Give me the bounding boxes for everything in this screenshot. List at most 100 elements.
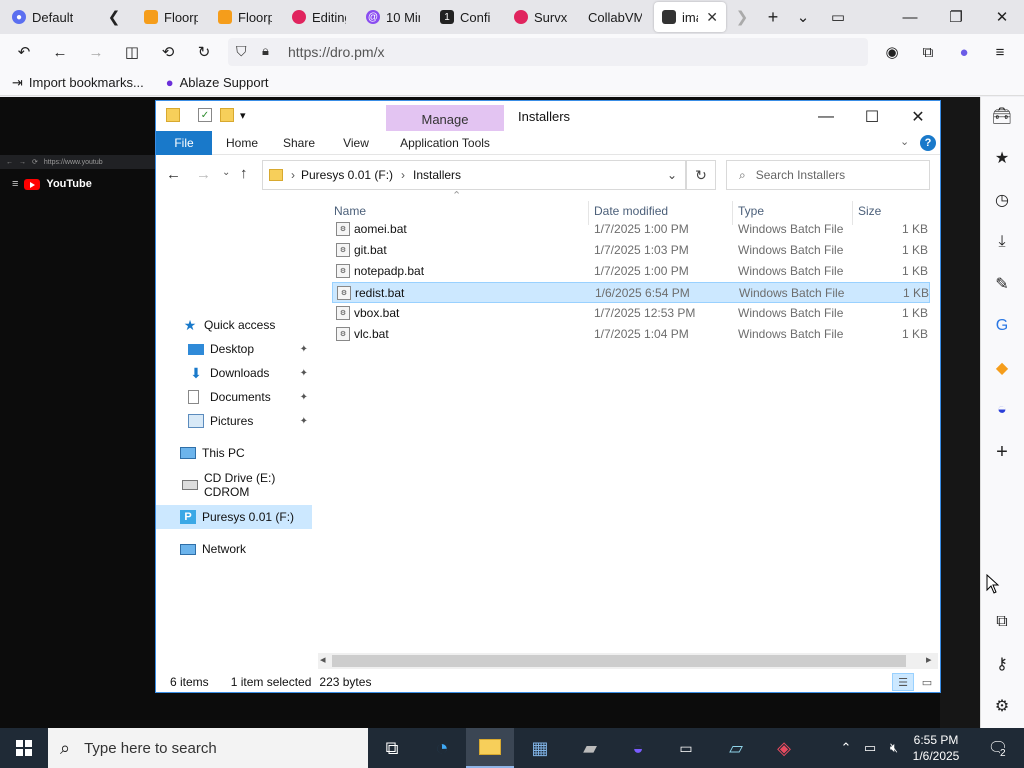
manage-tab[interactable]: Manage xyxy=(386,105,504,133)
tab-floorp-1[interactable]: Floorp xyxy=(136,2,206,32)
nav-this-pc[interactable]: This PC xyxy=(156,441,312,465)
profile-icon[interactable]: ● xyxy=(950,38,978,66)
start-button[interactable] xyxy=(0,728,48,768)
large-icons-view-icon[interactable]: ▭ xyxy=(916,673,938,691)
key-icon[interactable]: ⚷ xyxy=(990,652,1014,676)
usb-drive-icon[interactable]: ▰ xyxy=(566,728,614,768)
properties-icon[interactable]: ✓ xyxy=(198,108,212,122)
network-tray-icon[interactable]: ▭ xyxy=(860,728,880,768)
ribbon-tab-share[interactable]: Share xyxy=(274,131,324,155)
pin-icon[interactable]: ✦ xyxy=(300,416,308,427)
settings-gear-icon[interactable]: ⚙ xyxy=(990,694,1014,718)
tab-scroll-right-icon[interactable]: ❯ xyxy=(730,2,754,32)
column-header-date[interactable]: Date modified xyxy=(594,201,730,221)
breadcrumb-drive[interactable]: Puresys 0.01 (F:) xyxy=(301,168,393,182)
undo-close-tab-icon[interactable]: ↶ xyxy=(10,38,38,66)
address-dropdown-chevron-icon[interactable]: ⌄ xyxy=(667,168,677,182)
bookmark-import[interactable]: ⇥ Import bookmarks... xyxy=(12,75,144,91)
pin-icon[interactable]: ✦ xyxy=(300,392,308,403)
history-icon[interactable]: ◷ xyxy=(990,188,1014,212)
new-tab-icon[interactable]: + xyxy=(760,2,786,32)
address-bar[interactable]: › Puresys 0.01 (F:) › Installers ⌄ xyxy=(262,160,686,190)
toolbox-icon[interactable]: 🧰︎ xyxy=(990,104,1014,128)
scroll-right-icon[interactable]: ▸ xyxy=(926,653,932,666)
reload-icon[interactable]: ↻ xyxy=(190,38,218,66)
recent-locations-chevron-icon[interactable]: ⌄ xyxy=(222,167,230,178)
translate-icon[interactable]: G xyxy=(990,314,1014,338)
tab-floorp-2[interactable]: Floorp xyxy=(210,2,280,32)
bookmarks-icon[interactable]: ★ xyxy=(990,146,1014,170)
tab-confi[interactable]: 1 Confi xyxy=(432,2,502,32)
up-arrow-icon[interactable]: ↑ xyxy=(240,165,248,182)
column-header-type[interactable]: Type xyxy=(738,201,848,221)
back-arrow-icon[interactable]: ← xyxy=(166,166,181,183)
command-prompt-icon[interactable]: ▭ xyxy=(662,728,710,768)
nav-pictures[interactable]: Pictures ✦ xyxy=(156,409,312,433)
minimize-icon[interactable]: — xyxy=(890,2,930,32)
minimize-icon[interactable]: — xyxy=(806,105,846,129)
file-row[interactable]: ⚙ aomei.bat 1/7/2025 1:00 PM Windows Batch … xyxy=(332,219,930,240)
tab-10min[interactable]: @ 10 Min xyxy=(358,2,428,32)
ribbon-tab-home[interactable]: Home xyxy=(218,131,266,155)
nav-desktop[interactable]: Desktop ✦ xyxy=(156,337,312,361)
horizontal-scrollbar[interactable]: ◂ ▸ xyxy=(318,653,938,669)
taskbar-search[interactable]: ⌕ Type here to search xyxy=(48,728,368,768)
scroll-left-icon[interactable]: ◂ xyxy=(320,653,326,666)
lock-icon[interactable]: 🔒︎ xyxy=(262,43,269,59)
details-view-icon[interactable]: ☰ xyxy=(892,673,914,691)
sync-icon[interactable]: ⟲ xyxy=(154,38,182,66)
bookmark-ablaze-support[interactable]: ● Ablaze Support xyxy=(166,75,269,90)
menu-icon[interactable]: ≡ xyxy=(986,38,1014,66)
colorful-app-icon[interactable]: ◈ xyxy=(760,728,808,768)
task-view-icon[interactable]: ⧉ xyxy=(368,728,416,768)
file-row[interactable]: ⚙ redist.bat 1/6/2025 6:54 PM Windows Batch… xyxy=(332,282,930,303)
ablaze-icon[interactable]: ◒ xyxy=(990,398,1014,422)
nav-puresys-drive[interactable]: P Puresys 0.01 (F:) xyxy=(156,505,312,529)
expand-ribbon-chevron-icon[interactable]: ⌄ xyxy=(900,135,909,148)
close-icon[interactable]: ✕ xyxy=(982,2,1022,32)
scrollbar-thumb[interactable] xyxy=(332,655,906,667)
column-header-name[interactable]: Name xyxy=(334,201,584,221)
show-hidden-icons-chevron-icon[interactable]: ⌃ xyxy=(836,728,856,768)
nav-cd-drive[interactable]: CD Drive (E:) CDROM xyxy=(156,471,312,499)
add-panel-icon[interactable]: + xyxy=(990,440,1014,464)
tab-ima-active[interactable]: ima ✕ xyxy=(654,2,726,32)
tab-editing[interactable]: Editing xyxy=(284,2,354,32)
file-explorer-taskbar-icon[interactable] xyxy=(466,728,514,768)
floorp-icon[interactable]: ◆ xyxy=(990,356,1014,380)
file-row[interactable]: ⚙ notepadp.bat 1/7/2025 1:00 PM Windows Bat… xyxy=(332,261,930,282)
close-tab-icon[interactable]: ✕ xyxy=(706,9,718,26)
maximize-icon[interactable]: ☐ xyxy=(852,105,892,129)
extension-icon[interactable]: ⧉ xyxy=(990,610,1014,634)
extensions-icon[interactable]: ⧉ xyxy=(914,38,942,66)
ribbon-tab-view[interactable]: View xyxy=(332,131,380,155)
tab-collabvm[interactable]: CollabVM xyxy=(580,2,650,32)
refresh-icon[interactable]: ↻ xyxy=(686,160,716,190)
file-row[interactable]: ⚙ git.bat 1/7/2025 1:03 PM Windows Batch Fi… xyxy=(332,240,930,261)
quick-access-chevron-icon[interactable]: ▾ xyxy=(240,109,246,122)
notification-center-icon[interactable]: 🗨︎ 2 xyxy=(978,728,1018,768)
search-box[interactable]: ⌕ Search Installers xyxy=(726,160,930,190)
back-icon[interactable]: ← xyxy=(46,38,74,66)
forward-arrow-icon[interactable]: → xyxy=(196,166,211,183)
edge-icon[interactable]: ◔ xyxy=(418,728,466,768)
ribbon-tab-application-tools[interactable]: Application Tools xyxy=(386,131,504,155)
tab-scroll-left-icon[interactable]: ❮ xyxy=(100,2,128,32)
system-clock[interactable]: 6:55 PM 1/6/2025 xyxy=(904,732,968,766)
ablaze-floorp-icon[interactable]: ◒ xyxy=(614,728,662,768)
new-folder-icon[interactable] xyxy=(220,108,234,122)
account-icon[interactable]: ◉ xyxy=(878,38,906,66)
volume-muted-icon[interactable]: 🔇︎ xyxy=(884,728,904,768)
ribbon-tab-file[interactable]: File xyxy=(156,131,212,155)
column-header-size[interactable]: Size xyxy=(858,201,928,221)
tab-default[interactable]: ● Default xyxy=(4,2,96,32)
pin-icon[interactable]: ✦ xyxy=(300,368,308,379)
nav-network[interactable]: Network xyxy=(156,537,312,561)
tab-survxit[interactable]: Survxit xyxy=(506,2,576,32)
tab-list-chevron-icon[interactable]: ⌄ xyxy=(790,2,816,32)
url-bar[interactable]: ⛉ 🔒︎ https://dro.pm/x xyxy=(228,38,868,66)
breadcrumb-current[interactable]: Installers xyxy=(413,168,461,182)
forward-icon[interactable]: → xyxy=(82,38,110,66)
notepad-icon[interactable]: ▱ xyxy=(712,728,760,768)
nav-quick-access[interactable]: ★ Quick access xyxy=(156,313,312,337)
